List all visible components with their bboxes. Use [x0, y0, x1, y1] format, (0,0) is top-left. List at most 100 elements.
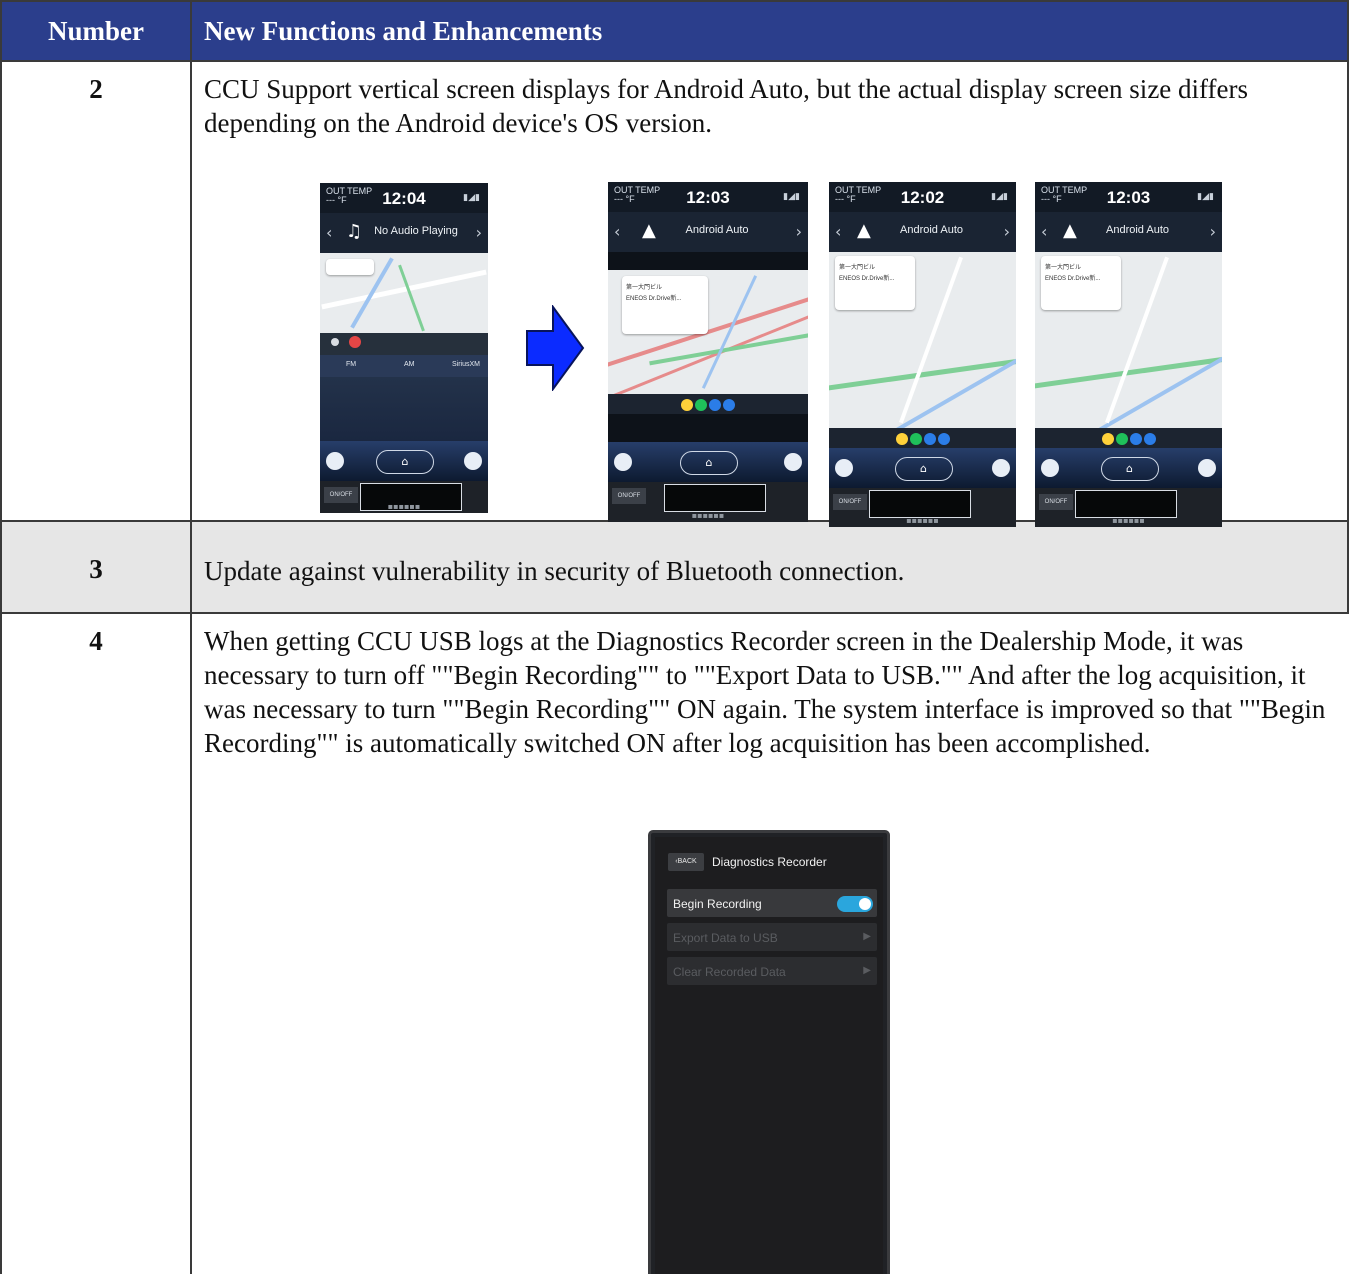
app-dock	[608, 394, 808, 414]
fan-level: ▪▪▪▪▪▪	[691, 511, 725, 520]
climate-bar: ON/OFF ▪▪▪▪▪▪	[608, 482, 808, 522]
user-icon[interactable]	[784, 453, 802, 471]
car-icon[interactable]	[326, 452, 344, 470]
status-bar: OUT TEMP --- °F 12:02 ▮◢▮	[829, 182, 1016, 212]
place-2[interactable]: ENEOS Dr.Drive新...	[626, 293, 704, 302]
place-1[interactable]: 第一大門ビル	[1045, 262, 1117, 271]
chevron-right-icon: ›	[795, 222, 802, 241]
climate-bar: ON/OFF ▪▪▪▪▪▪	[829, 488, 1016, 527]
climate-bar: ON/OFF ▪▪▪▪▪▪	[320, 481, 488, 513]
climate-onoff-button[interactable]: ON/OFF	[1039, 494, 1073, 510]
after-screenshot-1: OUT TEMP --- °F 12:03 ▮◢▮ ‹ ▲ Android Au…	[608, 182, 808, 522]
map-view: 第一大門ビル ENEOS Dr.Drive新...	[608, 270, 808, 394]
nav-bar: ⌂	[320, 441, 488, 481]
radio-tabs: FM AM SiriusXM	[320, 355, 488, 377]
begin-recording-label: Begin Recording	[673, 897, 762, 911]
app-dock	[829, 428, 1016, 448]
map-view: 第一大門ビル ENEOS Dr.Drive新...	[1035, 252, 1222, 428]
nav-bar: ⌂	[608, 442, 808, 482]
status-bar: OUT TEMP --- °F 12:03 ▮◢▮	[608, 182, 808, 212]
row-description: CCU Support vertical screen displays for…	[204, 74, 1249, 138]
chevron-right-icon: ›	[1003, 222, 1010, 241]
home-button[interactable]: ⌂	[1100, 457, 1159, 481]
chevron-left-icon: ‹	[614, 222, 621, 241]
after-screenshot-3: OUT TEMP --- °F 12:03 ▮◢▮ ‹ ▲ Android Au…	[1035, 182, 1222, 527]
after-screenshot-2: OUT TEMP --- °F 12:02 ▮◢▮ ‹ ▲ Android Au…	[829, 182, 1016, 527]
user-icon[interactable]	[992, 459, 1010, 477]
user-icon[interactable]	[464, 452, 482, 470]
tab-siriusxm[interactable]: SiriusXM	[452, 361, 480, 368]
chevron-right-icon: ›	[1209, 222, 1216, 241]
map-controls	[320, 333, 488, 355]
place-2[interactable]: ENEOS Dr.Drive新...	[1045, 273, 1117, 282]
fan-level: ▪▪▪▪▪▪	[387, 502, 421, 511]
number-cell: 4	[0, 614, 192, 1274]
header-functions-label: New Functions and Enhancements	[204, 16, 603, 46]
clear-data-label: Clear Recorded Data	[673, 965, 786, 979]
signal-icon: ▮◢▮	[1197, 192, 1214, 202]
diagnostics-title: Diagnostics Recorder	[712, 855, 827, 869]
climate-onoff-button[interactable]: ON/OFF	[324, 487, 358, 503]
back-button[interactable]: ‹BACK	[668, 853, 704, 871]
audio-title-bar: ‹ ♫ No Audio Playing ›	[320, 213, 488, 253]
home-button[interactable]: ⌂	[894, 457, 953, 481]
signal-icon: ▮◢▮	[991, 192, 1008, 202]
climate-bar: ON/OFF ▪▪▪▪▪▪	[1035, 488, 1222, 527]
app-dock	[1035, 428, 1222, 448]
export-data-label: Export Data to USB	[673, 931, 778, 945]
car-icon[interactable]	[614, 453, 632, 471]
audio-title: No Audio Playing	[374, 225, 458, 237]
radio-panel	[320, 377, 488, 443]
android-auto-title: Android Auto	[900, 224, 963, 236]
back-label: BACK	[677, 858, 697, 865]
nav-bar: ⌂	[829, 448, 1016, 488]
android-auto-title-bar: ‹ ▲ Android Auto ›	[1035, 212, 1222, 252]
chevron-right-icon: ›	[475, 223, 482, 242]
clock: 12:03	[686, 188, 730, 207]
row-number: 3	[89, 554, 103, 584]
map-view: 第一大門ビル ENEOS Dr.Drive新...	[829, 252, 1016, 428]
android-auto-title-bar: ‹ ▲ Android Auto ›	[608, 212, 808, 252]
place-2[interactable]: ENEOS Dr.Drive新...	[839, 273, 911, 282]
climate-onoff-button[interactable]: ON/OFF	[833, 494, 867, 510]
number-cell: 2	[0, 62, 192, 522]
android-auto-title: Android Auto	[1106, 224, 1169, 236]
before-screenshot: OUT TEMP --- °F 12:04 ▮◢▮ ‹ ♫ No Audio P…	[320, 183, 488, 513]
car-icon[interactable]	[835, 459, 853, 477]
place-card: 第一大門ビル ENEOS Dr.Drive新...	[835, 256, 915, 310]
diagnostics-screen: ‹BACK Diagnostics Recorder Begin Recordi…	[655, 837, 883, 1274]
tab-am[interactable]: AM	[404, 361, 415, 368]
blank-area	[608, 414, 808, 442]
home-button[interactable]: ⌂	[376, 450, 434, 474]
signal-icon: ▮◢▮	[783, 192, 800, 202]
play-arrow-icon: ▶	[863, 931, 871, 942]
nav-bar: ⌂	[1035, 448, 1222, 488]
place-1[interactable]: 第一大門ビル	[626, 282, 704, 291]
diagnostics-recorder-screenshot: ‹BACK Diagnostics Recorder Begin Recordi…	[648, 830, 890, 1274]
signal-icon: ▮◢▮	[463, 193, 480, 203]
begin-recording-row[interactable]: Begin Recording	[667, 889, 877, 917]
user-icon[interactable]	[1198, 459, 1216, 477]
car-icon[interactable]	[1041, 459, 1059, 477]
chevron-left-icon: ‹	[1041, 222, 1048, 241]
android-auto-title: Android Auto	[685, 224, 749, 236]
home-button[interactable]: ⌂	[680, 451, 738, 475]
fan-level: ▪▪▪▪▪▪	[1112, 516, 1145, 525]
place-1[interactable]: 第一大門ビル	[839, 262, 911, 271]
blank-area	[608, 252, 808, 270]
chevron-left-icon: ‹	[326, 223, 333, 242]
begin-recording-toggle[interactable]	[837, 896, 873, 912]
place-card	[326, 259, 374, 275]
row-number: 4	[89, 626, 103, 656]
android-auto-title-bar: ‹ ▲ Android Auto ›	[829, 212, 1016, 252]
tab-fm[interactable]: FM	[346, 361, 356, 368]
climate-onoff-button[interactable]: ON/OFF	[612, 488, 646, 504]
play-arrow-icon: ▶	[863, 965, 871, 976]
toggle-knob	[859, 898, 871, 910]
fan-level: ▪▪▪▪▪▪	[906, 516, 939, 525]
number-cell: 3	[0, 522, 192, 614]
row-description: When getting CCU USB logs at the Diagnos…	[204, 626, 1326, 758]
header-number-label: Number	[48, 16, 144, 46]
map-view	[320, 253, 488, 333]
status-bar: OUT TEMP --- °F 12:03 ▮◢▮	[1035, 182, 1222, 212]
